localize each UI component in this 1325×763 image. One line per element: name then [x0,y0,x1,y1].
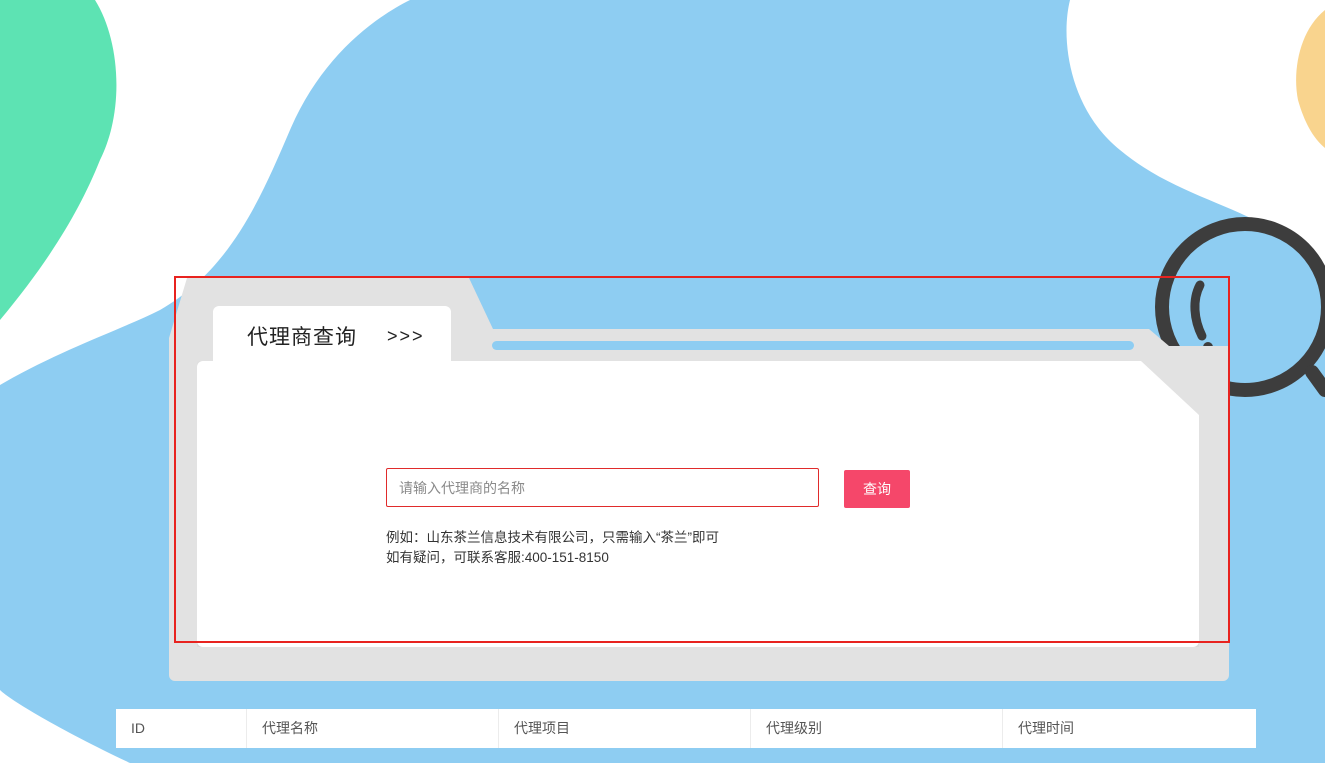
search-button[interactable]: 查询 [844,470,910,508]
search-hint-example: 例如：山东茶兰信息技术有限公司，只需输入“茶兰”即可 [386,530,719,545]
table-header-project: 代理项目 [499,709,751,748]
orange-blob [1296,10,1325,148]
page: 代理商查询 >>> 查询 例如：山东茶兰信息技术有限公司，只需输入“茶兰”即可 … [0,0,1325,763]
table-header-id: ID [116,709,247,748]
tab-title: 代理商查询 [247,326,357,349]
table-header-name: 代理名称 [247,709,499,748]
table-header-level: 代理级别 [751,709,1003,748]
agent-table-header: ID 代理名称 代理项目 代理级别 代理时间 [116,709,1256,748]
tab-arrows: >>> [387,325,425,346]
table-header-time: 代理时间 [1018,720,1074,736]
agent-search-input[interactable] [386,468,819,507]
folder-strip [492,341,1134,350]
tab-agent-query: 代理商查询 >>> [213,306,451,366]
search-hint-contact: 如有疑问，可联系客服:400-151-8150 [386,550,609,565]
green-blob [0,0,117,320]
